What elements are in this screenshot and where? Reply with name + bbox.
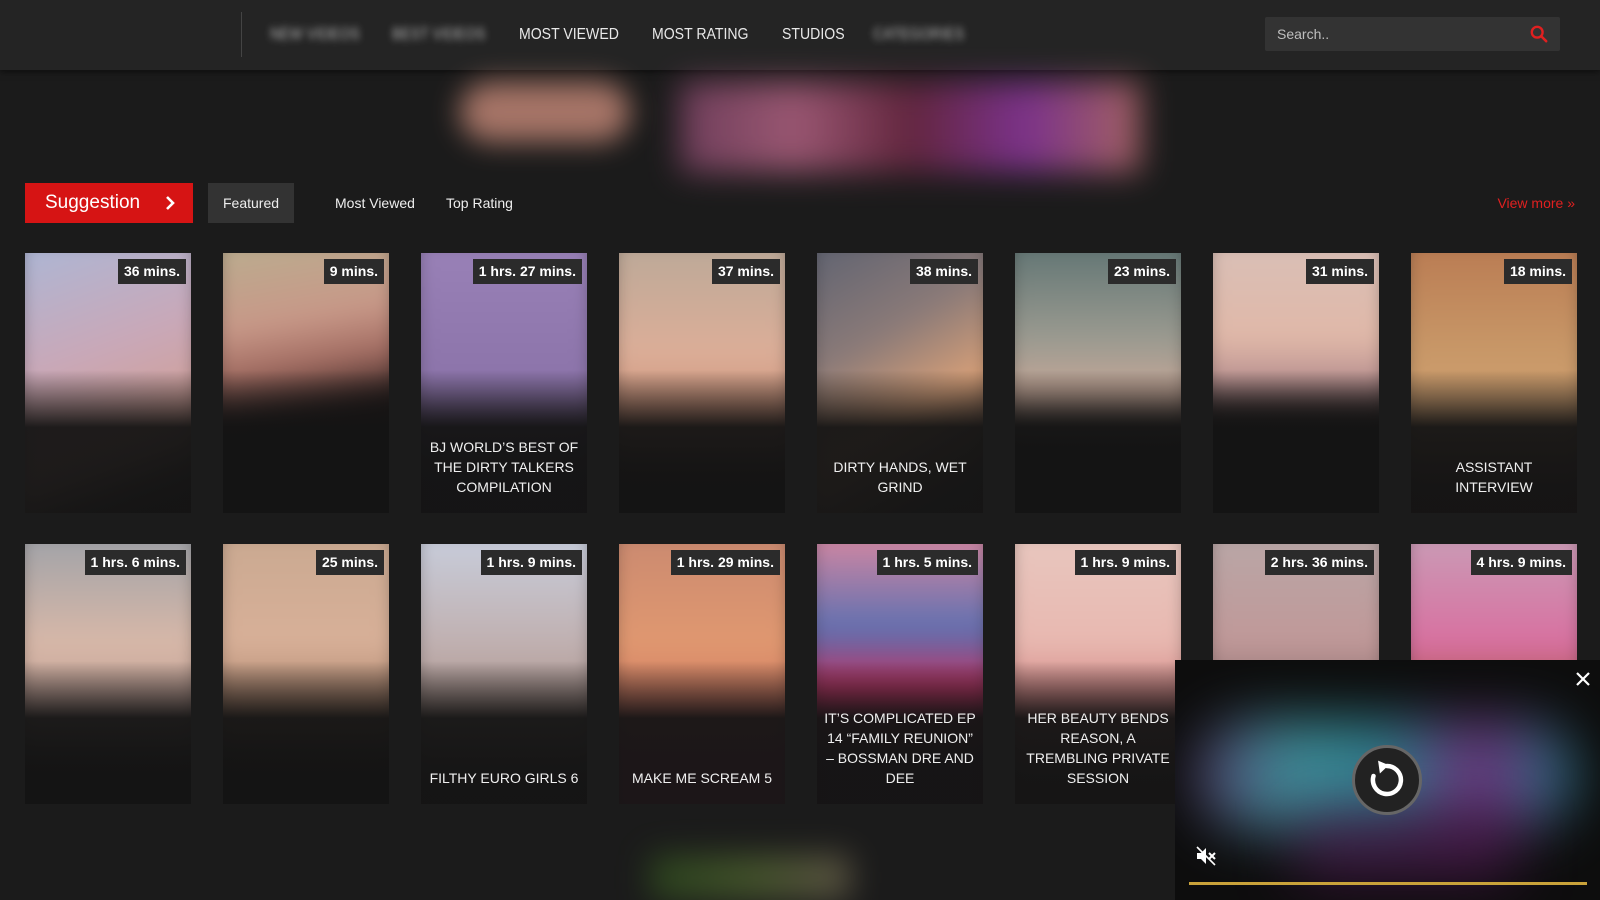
thumbnail-overlay: [619, 370, 785, 513]
thumbnail-overlay: [1015, 370, 1181, 513]
duration-badge: 37 mins.: [711, 259, 780, 284]
video-title[interactable]: FILTHY EURO GIRLS 6: [427, 768, 581, 788]
close-icon[interactable]: [1574, 670, 1592, 688]
nav-studios[interactable]: STUDIOS: [782, 26, 845, 44]
duration-badge: 31 mins.: [1305, 259, 1374, 284]
thumbnail-overlay: [25, 661, 191, 804]
mute-icon[interactable]: [1195, 845, 1217, 867]
video-card[interactable]: 25 mins.: [223, 544, 389, 804]
duration-badge: 1 hrs. 27 mins.: [472, 259, 582, 284]
nav-most-rating[interactable]: MOST RATING: [652, 26, 748, 44]
nav-categories[interactable]: CATEGORIES: [873, 26, 964, 44]
nav-most-viewed[interactable]: MOST VIEWED: [519, 26, 619, 44]
replay-button[interactable]: [1352, 745, 1422, 815]
tab-top-rating[interactable]: Top Rating: [431, 183, 528, 223]
main-nav: NEW VIDEOS BEST VIDEOS MOST VIEWED MOST …: [270, 0, 997, 70]
video-card[interactable]: 9 mins.: [223, 253, 389, 513]
top-navbar: NEW VIDEOS BEST VIDEOS MOST VIEWED MOST …: [0, 0, 1600, 70]
suggestion-button[interactable]: Suggestion: [25, 183, 193, 223]
video-card[interactable]: 1 hrs. 6 mins.: [25, 544, 191, 804]
progress-bar[interactable]: [1189, 882, 1587, 885]
search-box: [1265, 17, 1560, 51]
duration-badge: 9 mins.: [323, 259, 384, 284]
duration-badge: 1 hrs. 9 mins.: [1074, 550, 1176, 575]
video-card[interactable]: 31 mins.: [1213, 253, 1379, 513]
duration-badge: 1 hrs. 5 mins.: [876, 550, 978, 575]
video-card[interactable]: 1 hrs. 5 mins. IT’S COMPLICATED EP 14 “FA…: [817, 544, 983, 804]
section-header: Suggestion Featured Most Viewed Top Rati…: [25, 183, 1575, 223]
view-more-link[interactable]: View more »: [1497, 183, 1575, 223]
duration-badge: 1 hrs. 9 mins.: [480, 550, 582, 575]
replay-icon: [1370, 760, 1404, 797]
logo-divider: [241, 12, 242, 57]
duration-badge: 38 mins.: [909, 259, 978, 284]
duration-badge: 23 mins.: [1107, 259, 1176, 284]
duration-badge: 25 mins.: [315, 550, 384, 575]
video-card[interactable]: 36 mins.: [25, 253, 191, 513]
video-card[interactable]: 18 mins. ASSISTANT INTERVIEW: [1411, 253, 1577, 513]
nav-best-videos[interactable]: BEST VIDEOS: [392, 26, 486, 44]
video-title[interactable]: DIRTY HANDS, WET GRIND: [823, 457, 977, 497]
tab-most-viewed[interactable]: Most Viewed: [320, 183, 430, 223]
ad-banner-bottom[interactable]: [650, 855, 850, 900]
thumbnail-overlay: [1213, 370, 1379, 513]
video-grid-row-1: 36 mins. 9 mins. 1 hrs. 27 mins. BJ WORLD’S…: [25, 253, 1577, 513]
video-card[interactable]: 1 hrs. 27 mins. BJ WORLD’S BEST OF THE DI…: [421, 253, 587, 513]
video-title[interactable]: IT’S COMPLICATED EP 14 “FAMILY REUNION” …: [823, 708, 977, 788]
duration-badge: 36 mins.: [117, 259, 186, 284]
video-card[interactable]: 1 hrs. 9 mins. FILTHY EURO GIRLS 6: [421, 544, 587, 804]
video-card[interactable]: 1 hrs. 9 mins. HER BEAUTY BENDS REASON, A…: [1015, 544, 1181, 804]
search-icon[interactable]: [1530, 25, 1548, 43]
chevron-right-icon: [166, 196, 175, 210]
search-input[interactable]: [1277, 17, 1517, 51]
video-card[interactable]: 1 hrs. 29 mins. MAKE ME SCREAM 5: [619, 544, 785, 804]
mini-video-player[interactable]: [1175, 660, 1600, 900]
ad-banner[interactable]: [440, 72, 1180, 182]
suggestion-label: Suggestion: [45, 192, 141, 213]
video-card[interactable]: 23 mins.: [1015, 253, 1181, 513]
thumbnail-overlay: [25, 370, 191, 513]
video-title[interactable]: BJ WORLD’S BEST OF THE DIRTY TALKERS COM…: [427, 437, 581, 497]
nav-new-videos[interactable]: NEW VIDEOS: [270, 26, 360, 44]
video-title[interactable]: ASSISTANT INTERVIEW: [1417, 457, 1571, 497]
tab-featured[interactable]: Featured: [208, 183, 295, 223]
duration-badge: 1 hrs. 29 mins.: [670, 550, 780, 575]
thumbnail-overlay: [223, 370, 389, 513]
video-card[interactable]: 38 mins. DIRTY HANDS, WET GRIND: [817, 253, 983, 513]
duration-badge: 4 hrs. 9 mins.: [1470, 550, 1572, 575]
video-card[interactable]: 37 mins.: [619, 253, 785, 513]
video-title[interactable]: MAKE ME SCREAM 5: [625, 768, 779, 788]
video-title[interactable]: HER BEAUTY BENDS REASON, A TREMBLING PRI…: [1021, 708, 1175, 788]
duration-badge: 2 hrs. 36 mins.: [1264, 550, 1374, 575]
thumbnail-overlay: [223, 661, 389, 804]
duration-badge: 1 hrs. 6 mins.: [84, 550, 186, 575]
duration-badge: 18 mins.: [1503, 259, 1572, 284]
